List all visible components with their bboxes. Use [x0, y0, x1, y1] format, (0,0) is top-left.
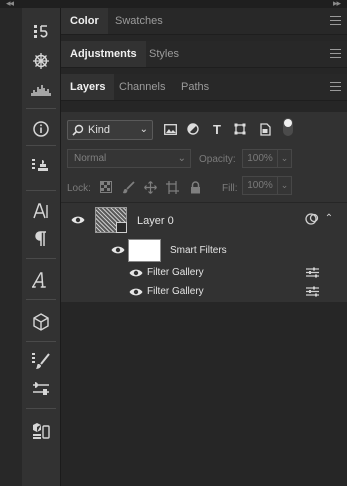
lock-artboard-icon[interactable] — [165, 180, 179, 194]
fill-label: Fill: — [222, 183, 238, 194]
lock-transparent-icon[interactable] — [99, 180, 113, 194]
left-gutter — [0, 8, 23, 486]
top-collapse-strip: ◂◂ ▸▸ — [0, 0, 347, 8]
tab-layers[interactable]: Layers — [61, 74, 115, 100]
visibility-eye-icon[interactable] — [71, 215, 85, 225]
smart-filters-row[interactable]: Smart Filters — [61, 237, 331, 263]
filter-name[interactable]: Filter Gallery — [147, 267, 204, 278]
layer-filter-row: Kind ⌄ T — [61, 112, 347, 144]
toolbar-divider — [26, 145, 56, 146]
toolbar-divider — [26, 299, 56, 300]
layer-thumbnail — [95, 207, 127, 233]
brush-settings-icon[interactable] — [28, 349, 54, 373]
properties-icon[interactable] — [28, 377, 54, 401]
lock-all-icon[interactable] — [188, 180, 202, 194]
layers-panel: Kind ⌄ T Normal ⌄ Opacity: 100% ⌄ Lock: … — [61, 112, 347, 486]
visibility-eye-icon[interactable] — [129, 268, 143, 278]
layer-name[interactable]: Layer 0 — [137, 215, 174, 227]
panel-icon-toolbar — [22, 8, 61, 486]
visibility-eye-icon[interactable] — [129, 287, 143, 297]
right-panel-dock: Color Swatches Adjustments Styles Layers… — [61, 8, 347, 486]
smart-filter-link-icon[interactable] — [305, 212, 319, 226]
visibility-eye-icon[interactable] — [111, 245, 125, 255]
opacity-label: Opacity: — [199, 154, 236, 165]
navigator-icon[interactable] — [28, 49, 54, 73]
device-preview-icon[interactable] — [28, 419, 54, 443]
filter-row[interactable]: Filter Gallery — [61, 283, 331, 302]
history-brush-icon[interactable] — [28, 20, 54, 44]
panel-menu-icon[interactable] — [330, 16, 341, 25]
tab-swatches[interactable]: Swatches — [106, 8, 172, 34]
toolbar-divider — [26, 341, 56, 342]
layers-panel-tabbar: Layers Channels Paths — [61, 74, 347, 101]
character-icon[interactable] — [28, 199, 54, 223]
blend-row: Normal ⌄ Opacity: 100% ⌄ — [61, 144, 347, 172]
toolbar-divider — [26, 108, 56, 109]
filter-adjustment-icon[interactable] — [185, 121, 201, 137]
filter-blending-options-icon[interactable] — [306, 267, 319, 278]
smart-object-badge-icon — [116, 222, 127, 233]
3d-icon[interactable] — [28, 310, 54, 334]
lock-row: Lock: Fill: 100% ⌄ — [61, 172, 347, 203]
filter-type-icon[interactable]: T — [209, 121, 225, 137]
filter-kind-label: Kind — [88, 124, 111, 136]
panel-menu-icon[interactable] — [330, 49, 341, 58]
filter-name[interactable]: Filter Gallery — [147, 286, 204, 297]
panel-menu-icon[interactable] — [330, 82, 341, 91]
tab-paths[interactable]: Paths — [172, 74, 218, 100]
toolbar-divider — [26, 258, 56, 259]
fill-dropdown-icon[interactable]: ⌄ — [277, 176, 292, 195]
layer-row[interactable]: Layer 0 — [61, 203, 319, 237]
color-panel-tabbar: Color Swatches — [61, 8, 347, 35]
layer-comps-icon[interactable] — [28, 154, 54, 178]
filter-kind-select[interactable]: Kind ⌄ — [67, 120, 153, 140]
tab-adjustments[interactable]: Adjustments — [61, 41, 146, 67]
filter-blending-options-icon[interactable] — [306, 286, 319, 297]
layers-list-empty-area — [61, 302, 347, 486]
chevron-down-icon: ⌄ — [177, 153, 186, 164]
tab-channels[interactable]: Channels — [110, 74, 174, 100]
filter-smart-object-icon[interactable] — [257, 121, 273, 137]
blend-mode-value: Normal — [74, 153, 107, 164]
lock-label: Lock: — [67, 183, 91, 194]
filter-pixel-icon[interactable] — [162, 121, 178, 137]
lock-image-brush-icon[interactable] — [121, 180, 135, 194]
chevron-down-icon: ⌄ — [139, 124, 148, 135]
smart-filters-label: Smart Filters — [170, 245, 227, 256]
info-icon[interactable] — [28, 117, 54, 141]
filter-toggle[interactable] — [283, 118, 293, 136]
collapse-chevron-icon[interactable]: ⌃ — [319, 203, 339, 237]
adjustments-panel-tabbar: Adjustments Styles — [61, 41, 347, 68]
histogram-icon[interactable] — [28, 78, 54, 102]
paragraph-icon[interactable] — [28, 227, 54, 251]
tab-color[interactable]: Color — [61, 8, 108, 34]
toolbar-divider — [26, 190, 56, 191]
filter-shape-icon[interactable] — [232, 121, 248, 137]
opacity-input[interactable]: 100% — [242, 149, 278, 168]
fill-input[interactable]: 100% — [242, 176, 278, 195]
blend-mode-select[interactable]: Normal ⌄ — [67, 149, 191, 168]
tab-styles[interactable]: Styles — [140, 41, 188, 67]
search-icon — [72, 121, 84, 142]
toolbar-divider — [26, 408, 56, 409]
glyphs-icon[interactable] — [28, 268, 54, 292]
smart-filter-mask-thumbnail[interactable] — [128, 239, 161, 262]
filter-row[interactable]: Filter Gallery — [61, 264, 331, 283]
opacity-dropdown-icon[interactable]: ⌄ — [277, 149, 292, 168]
lock-position-icon[interactable] — [143, 180, 157, 194]
